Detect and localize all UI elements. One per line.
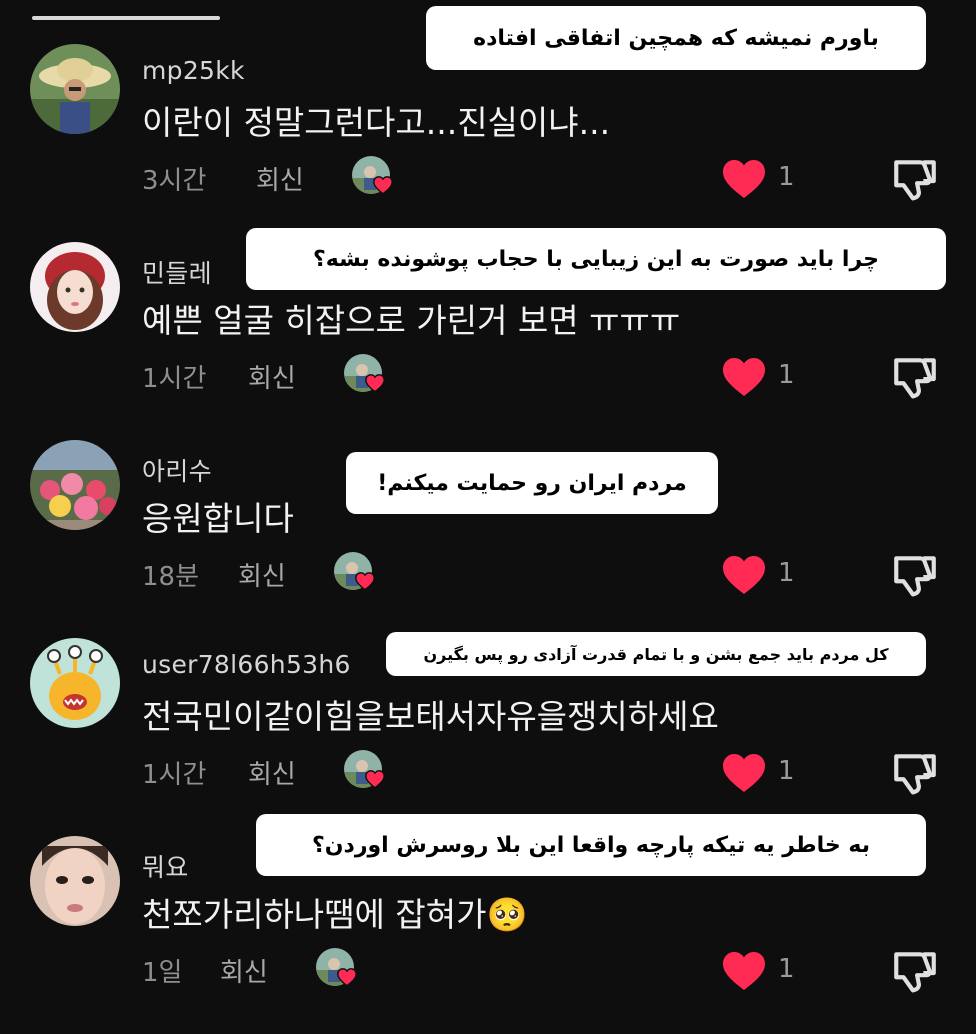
like-count: 1 bbox=[778, 558, 795, 588]
comment-time: 1시간 bbox=[142, 760, 207, 790]
translation-caption: کل مردم باید جمع بشن و با تمام قدرت آزاد… bbox=[386, 632, 926, 676]
reply-button[interactable]: 회신 bbox=[220, 952, 268, 989]
thumbs-down-icon[interactable] bbox=[890, 154, 940, 204]
heart-icon bbox=[355, 572, 375, 591]
comment-item: 뭐요 천쪼가리하나땜에 잡혀가🥺 1일 회신 1 به خاطر یه تیکه… bbox=[0, 814, 976, 1034]
comment-username[interactable]: 민들레 bbox=[142, 254, 212, 290]
heart-icon[interactable] bbox=[720, 948, 768, 992]
heart-icon bbox=[365, 770, 385, 789]
heart-icon[interactable] bbox=[720, 354, 768, 398]
like-count: 1 bbox=[778, 954, 795, 984]
comment-text: 천쪼가리하나땜에 잡혀가🥺 bbox=[142, 895, 528, 934]
creator-liked-badge bbox=[344, 354, 388, 398]
avatar[interactable] bbox=[30, 638, 120, 728]
thumbs-down-icon[interactable] bbox=[890, 352, 940, 402]
creator-liked-badge bbox=[352, 156, 396, 200]
comment-time: 3시간 bbox=[142, 166, 207, 196]
comment-time: 18분 bbox=[142, 562, 200, 592]
reply-button[interactable]: 회신 bbox=[248, 754, 296, 791]
heart-icon bbox=[337, 968, 357, 987]
comment-item: 아리수 응원합니다 18분 회신 1 مردم ایران رو حمایت م… bbox=[0, 440, 976, 638]
comment-username[interactable]: user78l66h53h6 bbox=[142, 650, 351, 679]
comment-time: 1시간 bbox=[142, 364, 207, 394]
comment-item: mp25kk 이란이 정말그런다고...진실이냐... 3시간 회신 1 باو… bbox=[0, 6, 976, 242]
comment-username[interactable]: 뭐요 bbox=[142, 848, 189, 884]
heart-icon bbox=[373, 176, 393, 195]
translation-caption: به خاطر یه تیکه پارچه واقعا این بلا روسر… bbox=[256, 814, 926, 876]
comment-item: user78l66h53h6 전국민이같이힘을보태서자유을쟁치하세요 1시간 회… bbox=[0, 632, 976, 836]
reply-button[interactable]: 회신 bbox=[256, 160, 304, 197]
tab-indicator bbox=[32, 16, 220, 20]
avatar[interactable] bbox=[30, 836, 120, 926]
thumbs-down-icon[interactable] bbox=[890, 946, 940, 996]
heart-icon bbox=[365, 374, 385, 393]
comment-text: 응원합니다 bbox=[142, 499, 294, 538]
comment-item: 민들레 예쁜 얼굴 히잡으로 가린거 보면 ㅠㅠㅠ 1시간 회신 1 چرا ب… bbox=[0, 228, 976, 440]
avatar[interactable] bbox=[30, 440, 120, 530]
thumbs-down-icon[interactable] bbox=[890, 748, 940, 798]
avatar[interactable] bbox=[30, 242, 120, 332]
heart-icon[interactable] bbox=[720, 750, 768, 794]
creator-liked-badge bbox=[316, 948, 360, 992]
avatar[interactable] bbox=[30, 44, 120, 134]
translation-caption: چرا باید صورت به این زیبایی با حجاب پوشو… bbox=[246, 228, 946, 290]
comment-username[interactable]: mp25kk bbox=[142, 56, 245, 85]
translation-caption: مردم ایران رو حمایت میکنم! bbox=[346, 452, 718, 514]
comment-text: 예쁜 얼굴 히잡으로 가린거 보면 ㅠㅠㅠ bbox=[142, 301, 681, 340]
reply-button[interactable]: 회신 bbox=[248, 358, 296, 395]
like-count: 1 bbox=[778, 756, 795, 786]
creator-liked-badge bbox=[334, 552, 378, 596]
reply-button[interactable]: 회신 bbox=[238, 556, 286, 593]
comment-username[interactable]: 아리수 bbox=[142, 452, 212, 488]
comment-text: 전국민이같이힘을보태서자유을쟁치하세요 bbox=[142, 697, 719, 736]
heart-icon[interactable] bbox=[720, 156, 768, 200]
comment-text: 이란이 정말그런다고...진실이냐... bbox=[142, 103, 611, 142]
comment-time: 1일 bbox=[142, 958, 183, 988]
translation-caption: باورم نمیشه که همچین اتفاقی افتاده bbox=[426, 6, 926, 70]
heart-icon[interactable] bbox=[720, 552, 768, 596]
thumbs-down-icon[interactable] bbox=[890, 550, 940, 600]
like-count: 1 bbox=[778, 162, 795, 192]
like-count: 1 bbox=[778, 360, 795, 390]
creator-liked-badge bbox=[344, 750, 388, 794]
